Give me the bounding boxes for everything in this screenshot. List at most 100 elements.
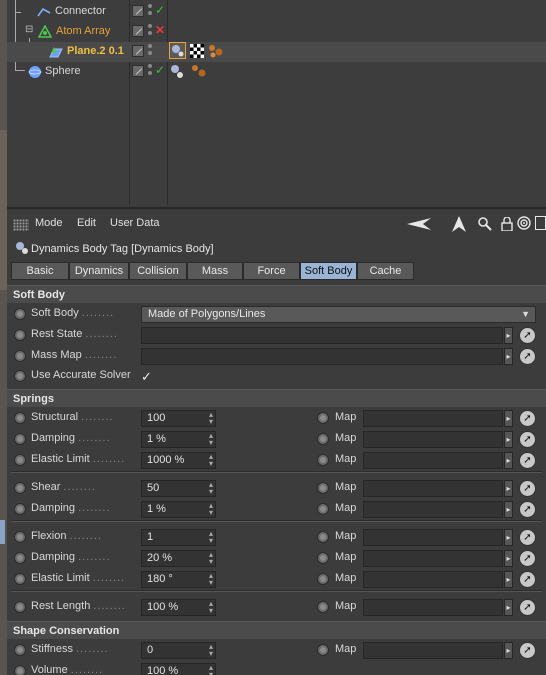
render-dots[interactable] <box>148 44 154 60</box>
visibility-toggle[interactable] <box>132 45 144 57</box>
visibility-toggle[interactable] <box>132 65 144 77</box>
animation-toggle[interactable] <box>14 503 26 515</box>
link-menu-arrow[interactable]: ▸ <box>504 327 513 344</box>
panel-grip-icon[interactable] <box>13 219 29 231</box>
link-menu-arrow[interactable]: ▸ <box>504 529 513 546</box>
tab-cache[interactable]: Cache <box>357 262 414 280</box>
flexion-input[interactable]: 1 ▴ ▾ <box>141 529 216 546</box>
structural-map-link-field[interactable] <box>363 410 503 427</box>
visibility-toggle[interactable] <box>132 25 144 37</box>
menu-user-data[interactable]: User Data <box>110 217 160 229</box>
flexion-map-link-field[interactable] <box>363 529 503 546</box>
pick-cursor-icon[interactable]: ➚ <box>519 480 536 497</box>
animation-toggle[interactable] <box>14 644 26 656</box>
animation-toggle[interactable] <box>14 531 26 543</box>
pick-cursor-icon[interactable]: ➚ <box>519 452 536 469</box>
shear-map-link-field[interactable] <box>363 480 503 497</box>
object-row-atom-array[interactable]: ⊟ Atom Array ✕ <box>7 22 546 42</box>
animation-toggle[interactable] <box>317 482 329 494</box>
back-arrow-icon[interactable] <box>407 218 431 230</box>
link-menu-arrow[interactable]: ▸ <box>504 550 513 567</box>
link-menu-arrow[interactable]: ▸ <box>504 642 513 659</box>
menu-mode[interactable]: Mode <box>35 217 63 229</box>
enabled-check-icon[interactable]: ✓ <box>155 3 165 17</box>
link-menu-arrow[interactable]: ▸ <box>504 571 513 588</box>
pick-cursor-icon[interactable]: ➚ <box>519 550 536 567</box>
flexion-elastic-limit-input[interactable]: 180 ° ▴ ▾ <box>141 571 216 588</box>
animation-toggle[interactable] <box>317 454 329 466</box>
rest-length-map-link-field[interactable] <box>363 599 503 616</box>
link-menu-arrow[interactable]: ▸ <box>504 348 513 365</box>
volume-input[interactable]: 100 % ▴ ▾ <box>141 663 216 675</box>
pick-cursor-icon[interactable]: ➚ <box>519 571 536 588</box>
pick-cursor-icon[interactable]: ➚ <box>519 431 536 448</box>
use-accurate-solver-checkbox[interactable]: ✓ <box>141 369 152 385</box>
material-tag-icon[interactable] <box>190 63 208 79</box>
pick-cursor-icon[interactable]: ➚ <box>519 348 536 365</box>
link-menu-arrow[interactable]: ▸ <box>504 410 513 427</box>
animation-toggle[interactable] <box>14 454 26 466</box>
stiffness-map-link-field[interactable] <box>363 642 503 659</box>
object-row-connector[interactable]: Connector ✓ <box>7 2 546 22</box>
link-menu-arrow[interactable]: ▸ <box>504 599 513 616</box>
animation-toggle[interactable] <box>317 601 329 613</box>
damping-map-link-field[interactable] <box>363 431 503 448</box>
animation-toggle[interactable] <box>14 350 26 362</box>
tab-soft-body[interactable]: Soft Body <box>300 262 357 280</box>
lock-icon[interactable] <box>501 217 513 231</box>
texture-tag-icon[interactable] <box>190 44 204 58</box>
tab-dynamics[interactable]: Dynamics <box>69 262 129 280</box>
shear-damping-map-link-field[interactable] <box>363 501 503 518</box>
structural-input[interactable]: 100 ▴ ▾ <box>141 410 216 427</box>
stiffness-input[interactable]: 0 ▴ ▾ <box>141 642 216 659</box>
tab-mass[interactable]: Mass <box>187 262 243 280</box>
soft-body-dropdown[interactable]: Made of Polygons/Lines ▼ <box>141 306 536 323</box>
enabled-check-icon[interactable]: ✓ <box>155 63 165 77</box>
visibility-toggle[interactable] <box>132 5 144 17</box>
damping-input[interactable]: 1 % ▴ ▾ <box>141 431 216 448</box>
animation-toggle[interactable] <box>14 433 26 445</box>
animation-toggle[interactable] <box>317 573 329 585</box>
link-menu-arrow[interactable]: ▸ <box>504 452 513 469</box>
rest-state-link-field[interactable] <box>141 327 503 344</box>
dynamics-tag-icon[interactable] <box>169 63 186 80</box>
animation-toggle[interactable] <box>14 573 26 585</box>
shear-damping-input[interactable]: 1 % ▴ ▾ <box>141 501 216 518</box>
dynamics-tag-icon[interactable] <box>169 42 186 59</box>
pick-cursor-icon[interactable]: ➚ <box>519 529 536 546</box>
flexion-damping-input[interactable]: 20 % ▴ ▾ <box>141 550 216 567</box>
animation-toggle[interactable] <box>317 412 329 424</box>
target-icon[interactable] <box>517 216 531 230</box>
shear-input[interactable]: 50 ▴ ▾ <box>141 480 216 497</box>
pick-cursor-icon[interactable]: ➚ <box>519 642 536 659</box>
animation-toggle[interactable] <box>317 644 329 656</box>
pick-cursor-icon[interactable]: ➚ <box>519 599 536 616</box>
pick-cursor-icon[interactable]: ➚ <box>519 501 536 518</box>
animation-toggle[interactable] <box>14 482 26 494</box>
animation-toggle[interactable] <box>14 601 26 613</box>
object-row-plane[interactable]: Plane.2 0.1 <box>7 42 546 62</box>
search-icon[interactable] <box>478 217 492 231</box>
tab-basic[interactable]: Basic <box>11 262 69 280</box>
disabled-cross-icon[interactable]: ✕ <box>155 23 165 37</box>
tab-force[interactable]: Force <box>243 262 300 280</box>
object-row-sphere[interactable]: Sphere ✓ <box>7 62 546 82</box>
animation-toggle[interactable] <box>14 412 26 424</box>
animation-toggle[interactable] <box>14 665 26 675</box>
pick-cursor-icon[interactable]: ➚ <box>519 410 536 427</box>
new-panel-icon[interactable] <box>535 216 546 230</box>
animation-toggle[interactable] <box>14 552 26 564</box>
up-arrow-icon[interactable] <box>452 216 466 232</box>
mass-map-link-field[interactable] <box>141 348 503 365</box>
animation-toggle[interactable] <box>317 531 329 543</box>
pick-cursor-icon[interactable]: ➚ <box>519 327 536 344</box>
menu-edit[interactable]: Edit <box>77 217 96 229</box>
animation-toggle[interactable] <box>317 433 329 445</box>
material-tag-icon[interactable] <box>207 43 225 59</box>
link-menu-arrow[interactable]: ▸ <box>504 501 513 518</box>
render-dots[interactable] <box>148 64 154 80</box>
animation-toggle[interactable] <box>317 552 329 564</box>
animation-toggle[interactable] <box>14 308 26 320</box>
link-menu-arrow[interactable]: ▸ <box>504 480 513 497</box>
render-dots[interactable] <box>148 4 154 20</box>
